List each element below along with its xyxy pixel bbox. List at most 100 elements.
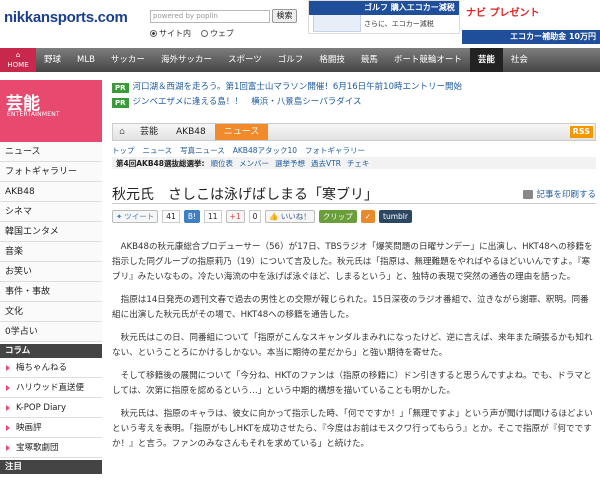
breadcrumb-item[interactable]: AKB48 xyxy=(167,124,215,140)
ad-left-title: ゴルフ 購入エコカー減税実施中! xyxy=(309,1,459,26)
main-content: PR 河口湖＆西湖を走ろう。第1回富士山マラソン開催！6月16日午前10時エント… xyxy=(112,80,596,449)
sidebar-column-item[interactable]: 梅ちゃんねる xyxy=(0,358,102,378)
sidebar-column-item[interactable]: 映画評 xyxy=(0,418,102,438)
gplus-count: 0 xyxy=(248,209,262,223)
sub-link[interactable]: ニュース xyxy=(143,145,173,156)
rss-button[interactable]: RSS xyxy=(569,126,593,138)
pr-row[interactable]: PR 河口湖＆西湖を走ろう。第1回富士山マラソン開催！6月16日午前10時エント… xyxy=(112,80,596,95)
hatena-button[interactable]: B! xyxy=(183,209,200,223)
sub-link[interactable]: トップ xyxy=(112,145,135,156)
radio-dot-icon xyxy=(150,30,157,37)
article-paragraph: そして移籍後の展開について「今分ね、HKTのファンは（指原の移籍に）ドン引きする… xyxy=(112,371,592,396)
sidebar-column-item[interactable]: 宝塚歌劇団 xyxy=(0,438,102,458)
nav-item-active[interactable]: 芸能 xyxy=(469,48,503,72)
breadcrumb-item[interactable]: 芸能 xyxy=(131,124,167,140)
election-link[interactable]: 選挙予想 xyxy=(275,158,305,169)
pr-tag: PR xyxy=(112,82,129,93)
tumblr-button[interactable]: tumblr xyxy=(379,209,412,223)
sub-link[interactable]: フォトギャラリー xyxy=(305,145,365,156)
sidebar-item[interactable]: 文化 xyxy=(0,302,102,322)
house-icon: ⌂ xyxy=(15,51,21,59)
ad-right-bar: エコカー補助金 10万円 xyxy=(462,30,600,44)
print-link[interactable]: 記事を印刷する xyxy=(523,188,596,200)
sub-link[interactable]: AKB48アタック10 xyxy=(233,145,297,156)
breadcrumb-home[interactable]: ⌂ xyxy=(113,124,131,140)
nav-home[interactable]: ⌂ HOME xyxy=(0,48,36,72)
article-paragraph: 秋元氏は、指原のキャラは、彼女に向かって指示した時、「何でですか！」「無理ですよ… xyxy=(112,409,593,449)
article-body: AKB48の秋元康総合プロデューサー（56）が17日、TBSラジオ「爆笑問題の日… xyxy=(112,240,596,460)
ad-left-sub: さらに、エコカー減税 xyxy=(364,20,434,28)
sidebar-item[interactable]: シネマ xyxy=(0,202,102,222)
divider xyxy=(112,203,596,204)
sidebar-column-header: コラム xyxy=(0,344,102,358)
site-logo[interactable]: nikkansports.com xyxy=(4,9,128,26)
sidebar-item[interactable]: フォトギャラリー xyxy=(0,162,102,182)
sidebar-item[interactable]: AKB48 xyxy=(0,182,102,202)
breadcrumb: ⌂ 芸能 AKB48 ニュース RSS xyxy=(112,123,596,141)
nav-item[interactable]: MLB xyxy=(69,48,103,72)
twitter-icon: ✦ xyxy=(116,211,123,221)
sidebar-column-item[interactable]: K-POP Diary xyxy=(0,398,102,418)
radio-site[interactable]: サイト内 xyxy=(150,28,191,39)
search-button[interactable]: 検索 xyxy=(272,9,297,23)
sidebar-item[interactable]: 0学占い xyxy=(0,322,102,342)
mixi-button[interactable]: ✓ xyxy=(360,209,376,223)
sidebar-column-item[interactable]: ハリウッド直送便 xyxy=(0,378,102,398)
article-paragraph: AKB48の秋元康総合プロデューサー（56）が17日、TBSラジオ「爆笑問題の日… xyxy=(112,242,593,282)
election-links: 第4回AKB48選抜総選挙: 順位表 メンバー 選挙予想 過去VTR チェキ xyxy=(112,157,596,169)
nav-item[interactable]: ボート競輪オート xyxy=(386,48,470,72)
sidebar-bottom-header: 注目 xyxy=(0,460,102,474)
banner-ad-right[interactable]: ナビ プレゼント エコカー補助金 10万円 xyxy=(462,0,600,48)
top-header: nikkansports.com powered by poplin 検索 サイ… xyxy=(0,0,600,48)
nav-item[interactable]: 社会 xyxy=(503,48,536,72)
tweet-count: 41 xyxy=(162,209,180,223)
sidebar: 芸能 ENTERTAINMENT ニュース フォトギャラリー AKB48 シネマ… xyxy=(0,80,102,487)
pr-row[interactable]: PR ジンベエザメに逢える島！！ 横浜・八景島シーパラダイス xyxy=(112,95,596,110)
election-link[interactable]: チェキ xyxy=(347,158,370,169)
nav-item[interactable]: スポーツ xyxy=(220,48,270,72)
sidebar-header: 芸能 ENTERTAINMENT xyxy=(0,80,102,142)
nav-item[interactable]: 格闘技 xyxy=(311,48,353,72)
main-nav: ⌂ HOME 野球 MLB サッカー 海外サッカー スポーツ ゴルフ 格闘技 競馬… xyxy=(0,48,600,72)
sidebar-item[interactable]: 音楽 xyxy=(0,242,102,262)
sub-links: トップ ニュース 写真ニュース AKB48アタック10 フォトギャラリー xyxy=(112,145,365,156)
thumbs-up-icon: 👍 xyxy=(269,211,279,221)
article-title: 秋元氏 さしこは泳げばしまる「寒ブリ」 xyxy=(112,187,378,203)
hatena-icon: B! xyxy=(187,211,196,221)
tweet-button[interactable]: ✦ ツイート xyxy=(112,209,159,223)
social-buttons: ✦ ツイート 41 B! 11 +1 0 👍 いいね！ クリップ ✓ tumblr xyxy=(112,208,596,224)
radio-web[interactable]: ウェブ xyxy=(201,28,234,39)
sub-link[interactable]: 写真ニュース xyxy=(180,145,225,156)
printer-icon xyxy=(523,189,534,199)
nav-item[interactable]: ゴルフ xyxy=(270,48,312,72)
nav-item[interactable]: 野球 xyxy=(36,48,69,72)
election-link[interactable]: 順位表 xyxy=(211,158,234,169)
house-icon: ⌂ xyxy=(119,127,125,137)
radio-dot-icon xyxy=(201,30,208,37)
pr-tag: PR xyxy=(112,97,129,108)
mixi-icon: ✓ xyxy=(364,211,372,221)
hatena-count: 11 xyxy=(204,209,222,223)
article-paragraph: 指原は14日発売の週刊文春で過去の男性との交際が報じられた。15日深夜のラジオ番… xyxy=(112,295,589,320)
search-scope: サイト内 ウェブ xyxy=(150,28,234,39)
gplus-button[interactable]: +1 xyxy=(225,209,245,223)
nav-item[interactable]: 競馬 xyxy=(353,48,386,72)
sidebar-item[interactable]: お笑い xyxy=(0,262,102,282)
article-paragraph: 秋元氏はこの日、同番組について「指原がこんなスキャンダルまみれになったけど、逆に… xyxy=(112,333,593,358)
clip-button[interactable]: クリップ xyxy=(318,209,357,223)
sidebar-subtitle: ENTERTAINMENT xyxy=(7,111,60,118)
like-button[interactable]: 👍 いいね！ xyxy=(265,209,315,223)
sidebar-item[interactable]: ニュース xyxy=(0,142,102,162)
ad-right-title: ナビ プレゼント xyxy=(466,8,540,19)
pr-link[interactable]: ジンベエザメに逢える島！！ 横浜・八景島シーパラダイス xyxy=(133,95,362,110)
search-input[interactable]: powered by poplin xyxy=(150,10,270,23)
sidebar-item[interactable]: 韓国エンタメ xyxy=(0,222,102,242)
nav-item[interactable]: 海外サッカー xyxy=(153,48,220,72)
election-link[interactable]: 過去VTR xyxy=(311,158,341,169)
pr-link[interactable]: 河口湖＆西湖を走ろう。第1回富士山マラソン開催！6月16日午前10時エントリー開… xyxy=(133,80,462,95)
sidebar-item[interactable]: 事件・事故 xyxy=(0,282,102,302)
banner-ad-left[interactable]: ゴルフ 購入エコカー減税実施中! さらに、エコカー減税 xyxy=(308,0,460,34)
breadcrumb-current: ニュース xyxy=(214,124,269,140)
nav-item[interactable]: サッカー xyxy=(103,48,153,72)
election-link[interactable]: メンバー xyxy=(239,158,269,169)
